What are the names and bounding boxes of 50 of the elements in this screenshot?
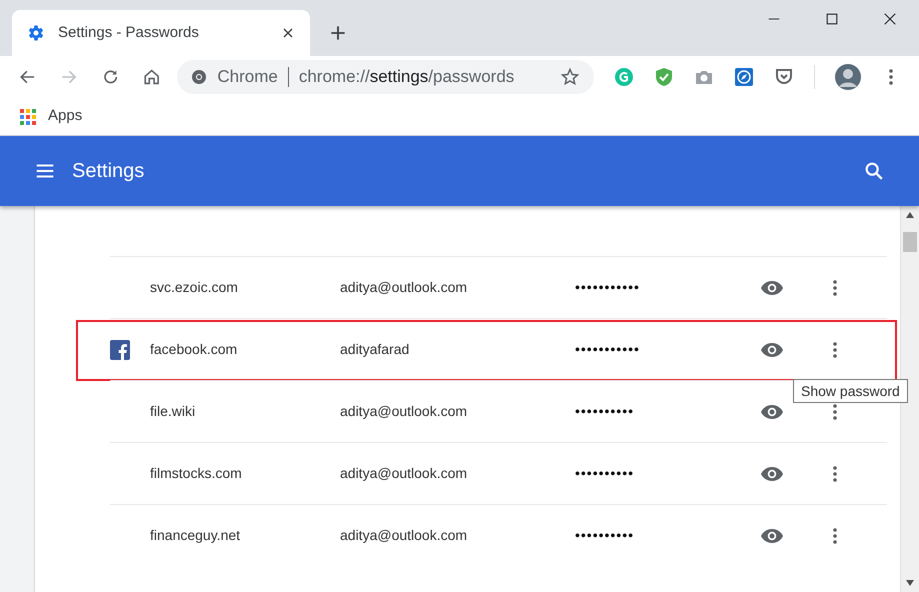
scrollbar[interactable]	[900, 206, 919, 592]
address-bar[interactable]: Chrome chrome://settings/passwords	[177, 60, 594, 94]
username: aditya@outlook.com	[340, 464, 468, 483]
site-name: svc.ezoic.com	[150, 278, 239, 297]
password-dots: •••••••••••	[575, 278, 641, 297]
home-icon[interactable]	[142, 67, 162, 87]
close-icon[interactable]	[883, 12, 897, 26]
eye-icon	[760, 528, 784, 544]
password-dots: ••••••••••	[575, 402, 636, 421]
chrome-icon	[191, 69, 208, 85]
grid-icon	[20, 108, 36, 124]
site-label: Chrome	[217, 66, 278, 88]
password-dots: •••••••••••	[575, 340, 641, 359]
tooltip: Show password	[793, 379, 908, 403]
facebook-icon	[110, 340, 130, 360]
url-text: chrome://settings/passwords	[298, 66, 516, 88]
more-icon	[833, 466, 837, 482]
eye-icon	[760, 342, 784, 358]
scroll-up-icon[interactable]	[906, 212, 914, 218]
site-name: file.wiki	[150, 402, 196, 421]
more-icon	[833, 342, 837, 358]
username: adityafarad	[340, 340, 410, 359]
pocket-icon[interactable]	[774, 67, 794, 87]
star-icon[interactable]	[560, 67, 580, 87]
search-icon[interactable]	[863, 160, 885, 182]
site-name: filmstocks.com	[150, 464, 243, 483]
tab-title: Settings - Passwords	[58, 22, 200, 43]
username: aditya@outlook.com	[340, 278, 468, 297]
eye-icon	[760, 404, 784, 420]
site-name: facebook.com	[150, 340, 238, 359]
header-title: Settings	[72, 159, 146, 184]
avatar-icon[interactable]	[835, 64, 862, 90]
eye-icon	[760, 280, 784, 296]
more-icon	[833, 404, 837, 420]
password-dots: ••••••••••	[575, 464, 636, 483]
password-dots: ••••••••••	[575, 526, 636, 545]
shield-icon[interactable]	[654, 67, 674, 87]
maximize-icon[interactable]	[825, 12, 839, 26]
username: aditya@outlook.com	[340, 526, 468, 545]
browser-tab[interactable]: Settings - Passwords	[12, 10, 310, 56]
compass-icon[interactable]	[734, 67, 754, 87]
bookmark-item[interactable]: Apps	[20, 105, 82, 128]
more-icon	[833, 528, 837, 544]
eye-icon	[760, 466, 784, 482]
scroll-down-icon[interactable]	[906, 580, 914, 586]
gear-icon[interactable]	[26, 23, 46, 43]
scroll-thumb[interactable]	[903, 232, 917, 252]
username: aditya@outlook.com	[340, 402, 468, 421]
site-name: financeguy.net	[150, 526, 242, 545]
more-icon	[833, 280, 837, 296]
